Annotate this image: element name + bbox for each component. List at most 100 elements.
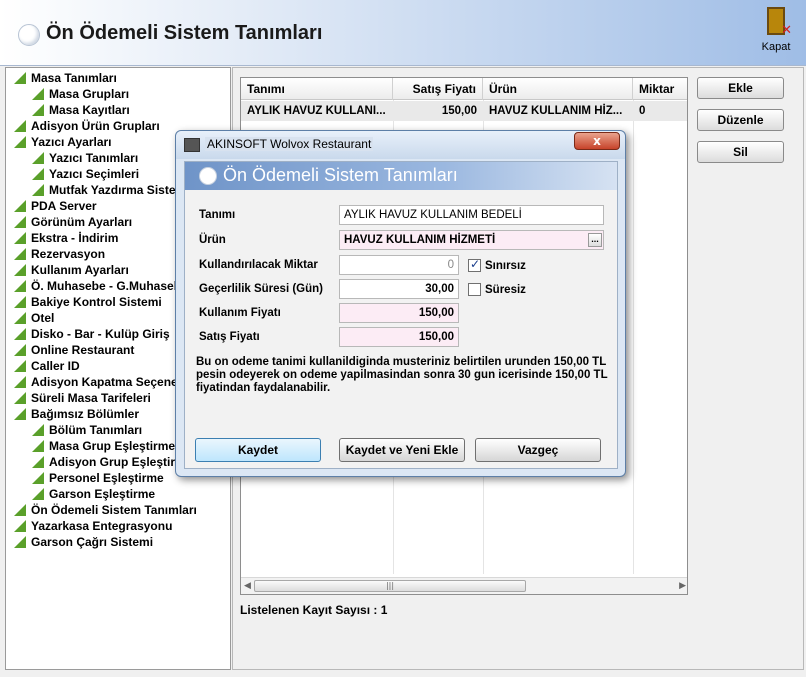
urun-lookup-button[interactable]: ... [588,233,602,247]
tree-item[interactable]: Mutfak Yazdırma Siste [32,182,176,198]
tree-item[interactable]: Bölüm Tanımları [32,422,142,438]
table-row[interactable]: AYLIK HAVUZ KULLANI... 150,00 HAVUZ KULL… [241,101,687,121]
tree-item[interactable]: Personel Eşleştirme [32,470,164,486]
tree-item-label: Mutfak Yazdırma Siste [49,183,176,197]
suresiz-checkbox[interactable] [468,283,481,296]
kullanim-fiyati-label: Kullanım Fiyatı [199,307,281,319]
tree-item-label: Bağımsız Bölümler [31,407,140,421]
urun-input[interactable]: HAVUZ KULLANIM HİZMETİ ... [339,230,604,250]
tree-item[interactable]: Adisyon Grup Eşleştirm [32,454,186,470]
tree-item[interactable]: Bakiye Kontrol Sistemi [14,294,162,310]
tree-item-label: Rezervasyon [31,247,106,261]
tree-node-icon [14,232,26,244]
tanimi-input[interactable]: AYLIK HAVUZ KULLANIM BEDELİ [339,205,604,225]
cell-urun: HAVUZ KULLANIM HİZ... [489,105,623,117]
add-button[interactable]: Ekle [697,77,784,99]
tree-item-label: Online Restaurant [31,343,135,357]
door-exit-icon: ✕ [767,7,792,38]
tree-item[interactable]: Ö. Muhasebe - G.Muhasebe [14,278,188,294]
tree-item-label: Yazarkasa Entegrasyonu [31,519,173,533]
miktar-input[interactable]: 0 [339,255,459,275]
tree-item[interactable]: Görünüm Ayarları [14,214,132,230]
satis-fiyati-input[interactable]: 150,00 [339,327,459,347]
tree-item-label: Görünüm Ayarları [31,215,133,229]
tree-node-icon [14,72,26,84]
save-and-new-button[interactable]: Kaydet ve Yeni Ekle [339,438,465,462]
cell-satis-fiyati: 150,00 [441,105,477,117]
suresiz-label: Süresiz [485,284,526,296]
tree-item[interactable]: Ekstra - İndirim [14,230,118,246]
tree-item[interactable]: Yazıcı Ayarları [14,134,112,150]
scrollbar-thumb[interactable]: ||| [254,580,526,592]
horizontal-scrollbar[interactable]: ◀ ||| ▶ [241,577,687,594]
tree-item[interactable]: Disko - Bar - Kulüp Giriş [14,326,170,342]
column-header-urun[interactable]: Ürün [483,78,633,100]
check-icon: ✓ [470,257,481,271]
tree-node-icon [14,200,26,212]
tree-item[interactable]: Kullanım Ayarları [14,262,129,278]
tree-item-label: Yazıcı Seçimleri [49,167,140,181]
dialog-header-title: Ön Ödemeli Sistem Tanımları [223,165,458,185]
tree-item[interactable]: Süreli Masa Tarifeleri [14,390,151,406]
close-button[interactable]: ✕ Kapat [756,5,796,61]
scroll-left-icon[interactable]: ◀ [244,581,251,591]
column-header-satis-fiyati[interactable]: Satış Fiyatı [393,78,483,100]
tree-node-icon [32,152,44,164]
tree-node-icon [14,248,26,260]
column-header-miktar[interactable]: Miktar [633,78,687,100]
cell-miktar: 0 [639,105,646,117]
close-button-label: Kapat [761,41,791,53]
tree-item-label: Adisyon Kapatma Seçene [31,375,178,389]
tree-item-label: Masa Grupları [49,87,130,101]
tree-item-label: Süreli Masa Tarifeleri [31,391,151,405]
tree-item[interactable]: Rezervasyon [14,246,105,262]
miktar-label: Kullandırılacak Miktar [199,259,318,271]
dialog-close-button[interactable]: x [574,132,620,150]
tree-item-label: Garson Çağrı Sistemi [31,535,154,549]
info-text: Bu on odeme tanimi kullanildiginda muste… [196,356,608,394]
tree-item-label: Disko - Bar - Kulüp Giriş [31,327,170,341]
kullanim-fiyati-input[interactable]: 150,00 [339,303,459,323]
tree-item[interactable]: Masa Grupları [32,86,129,102]
tree-item[interactable]: Yazarkasa Entegrasyonu [14,518,172,534]
tree-item[interactable]: Masa Tanımları [14,70,117,86]
tree-item[interactable]: Garson Çağrı Sistemi [14,534,153,550]
scroll-right-icon[interactable]: ▶ [679,581,686,591]
edit-button[interactable]: Düzenle [697,109,784,131]
tree-node-icon [32,424,44,436]
save-button[interactable]: Kaydet [195,438,321,462]
tree-item[interactable]: Adisyon Kapatma Seçene [14,374,178,390]
tree-item[interactable]: Bağımsız Bölümler [14,406,139,422]
tree-item-label: Ö. Muhasebe - G.Muhasebe [31,279,188,293]
tree-item[interactable]: Yazıcı Tanımları [32,150,138,166]
cancel-button[interactable]: Vazgeç [475,438,601,462]
dialog-header: Ön Ödemeli Sistem Tanımları [185,162,617,190]
tree-item[interactable]: Otel [14,310,54,326]
dialog-titlebar[interactable]: AKINSOFT Wolvox Restaurant x [176,131,625,159]
tree-item[interactable]: PDA Server [14,198,97,214]
tree-item[interactable]: Masa Grup Eşleştirme [32,438,175,454]
tanimi-label: Tanımı [199,209,236,221]
tree-item-label: Bakiye Kontrol Sistemi [31,295,162,309]
tree-node-icon [14,344,26,356]
tree-item-label: Adisyon Grup Eşleştirm [49,455,186,469]
column-header-tanimi[interactable]: Tanımı [241,78,393,100]
tree-node-icon [32,456,44,468]
tree-item[interactable]: Ön Ödemeli Sistem Tanımları [14,502,197,518]
tree-item-label: Personel Eşleştirme [49,471,164,485]
sinirsiz-checkbox[interactable]: ✓ [468,257,481,272]
delete-button[interactable]: Sil [697,141,784,163]
tree-item[interactable]: Adisyon Ürün Grupları [14,118,160,134]
tree-item[interactable]: Online Restaurant [14,342,134,358]
tree-item[interactable]: Yazıcı Seçimleri [32,166,139,182]
tree-node-icon [14,120,26,132]
page-header: Ön Ödemeli Sistem Tanımları ✕ Kapat [0,0,806,66]
sure-input[interactable]: 30,00 [339,279,459,299]
tree-item-label: Masa Kayıtları [49,103,130,117]
tree-item[interactable]: Masa Kayıtları [32,102,130,118]
tree-node-icon [32,440,44,452]
tree-item[interactable]: Garson Eşleştirme [32,486,155,502]
tree-item[interactable]: Caller ID [14,358,80,374]
tree-node-icon [14,376,26,388]
satis-fiyati-label: Satış Fiyatı [199,331,260,343]
